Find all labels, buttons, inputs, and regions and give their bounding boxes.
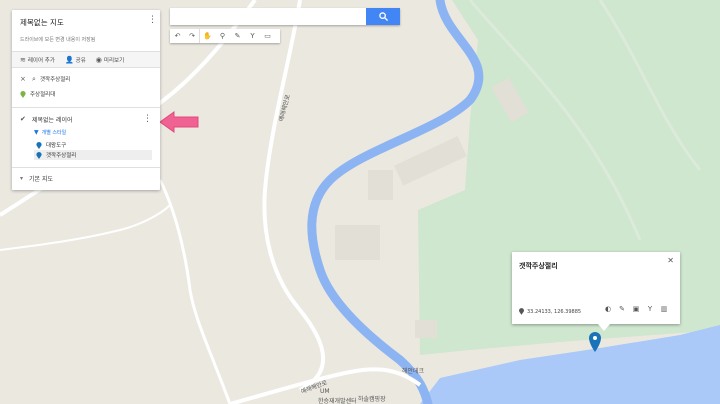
layer-header[interactable]: ✔ 제목없는 레이어 ⋮ [20,113,152,125]
search-icon [378,12,388,21]
search-result-item[interactable]: 주상절리대 [20,88,152,100]
delete-icon[interactable]: ▥ [660,305,668,313]
basemap-label: 기본 지도 [29,175,54,183]
eye-icon: ◉ [95,55,102,64]
info-coordinates: 33.24133, 126.39885 [519,308,581,315]
panel-header: 제목없는 지도 드라이브에 모든 변경 내용이 저장됨 ⋮ [12,10,160,52]
layer-options-icon[interactable]: ⋮ [143,114,152,124]
map-building-3 [368,170,393,200]
layer-item[interactable]: 대왕도구 [34,140,152,150]
map-building-4 [415,320,437,338]
search-input[interactable] [170,8,366,25]
marker-icon[interactable]: ⚲ [215,29,230,43]
checkbox-checked-icon[interactable]: ✔ [20,115,32,123]
layer-item-label: 갯깍주상절리 [46,153,77,159]
share-button[interactable]: 👤 공유 [65,56,86,64]
layer-section: ✔ 제목없는 레이어 ⋮ ▼ 개별 스타일 대왕도구 갯깍주상절리 [12,108,160,168]
panel-actions: ≋ 레이어 추가 👤 공유 ◉ 미리보기 [12,52,160,68]
edit-icon[interactable]: ✎ [618,305,626,313]
layers-icon: ≋ [20,55,26,64]
map-toolbar: ↶ ↷ ✋ ⚲ ✎ Y ▭ [170,29,280,43]
chevron-down-icon[interactable]: ▾ [20,175,23,182]
paint-bucket-icon[interactable]: ◐ [604,305,612,313]
green-pin-icon [20,90,26,98]
map-panel: 제목없는 지도 드라이브에 모든 변경 내용이 저장됨 ⋮ ≋ 레이어 추가 👤 공… [12,10,160,190]
undo-icon[interactable]: ↶ [170,29,185,43]
map-label-place-a: 해안데크 [402,368,425,375]
paint-roller-icon: ▼ [34,128,39,136]
add-layer-button[interactable]: ≋ 레이어 추가 [20,56,55,64]
layer-style-link[interactable]: ▼ 개별 스타일 [34,128,152,136]
search-result-header: × ⌕ 갯깍주상절리 [20,73,152,85]
more-options-icon[interactable]: ⋮ [148,16,157,26]
search-bar [170,8,400,25]
map-building-2 [335,225,380,260]
layer-item-selected[interactable]: 갯깍주상절리 [34,150,152,160]
close-icon[interactable]: × [20,75,32,83]
map-label-place-c: UM [320,388,330,395]
blue-pin-icon [36,151,42,159]
share-label: 공유 [75,57,86,64]
hand-icon[interactable]: ✋ [200,29,215,43]
camera-icon[interactable]: ▣ [632,305,640,313]
basemap-section[interactable]: ▾ 기본 지도 [12,168,160,188]
coords-text: 33.24133, 126.39885 [527,308,582,315]
ruler-icon[interactable]: ▭ [260,29,275,43]
location-pin-icon [519,308,524,315]
info-title: 갯깍주상절리 [519,262,558,270]
info-tail [598,324,610,331]
map-title[interactable]: 제목없는 지도 [20,17,152,28]
add-layer-label: 레이어 추가 [27,57,55,64]
search-icon: ⌕ [32,74,36,83]
search-button[interactable] [366,8,400,25]
preview-button[interactable]: ◉ 미리보기 [96,56,124,64]
map-label-place-d: 한승재개발센터 [318,398,357,404]
layer-item-label: 대왕도구 [46,143,67,149]
blue-pin-icon [36,141,42,149]
search-results-section: × ⌕ 갯깍주상절리 주상절리대 [12,68,160,108]
save-status: 드라이브에 모든 변경 내용이 저장됨 [20,37,96,43]
search-result-label: 갯깍주상절리 [40,77,71,83]
info-tools: ◐ ✎ ▣ Y ▥ [604,305,668,313]
layer-title[interactable]: 제목없는 레이어 [32,115,73,124]
redo-icon[interactable]: ↷ [185,29,200,43]
map-label-place-b: 하솔캠핑장 [358,396,386,403]
directions-icon[interactable]: Y [245,29,260,43]
add-person-icon: 👤 [64,55,74,64]
layer-style-label: 개별 스타일 [41,129,67,136]
draw-line-icon[interactable]: ✎ [230,29,245,43]
info-window: 갯깍주상절리 ✕ 33.24133, 126.39885 ◐ ✎ ▣ Y ▥ [512,252,680,331]
search-item-label: 주상절리대 [30,92,56,98]
directions-icon[interactable]: Y [646,305,654,313]
preview-label: 미리보기 [103,57,125,64]
close-icon[interactable]: ✕ [667,256,674,265]
